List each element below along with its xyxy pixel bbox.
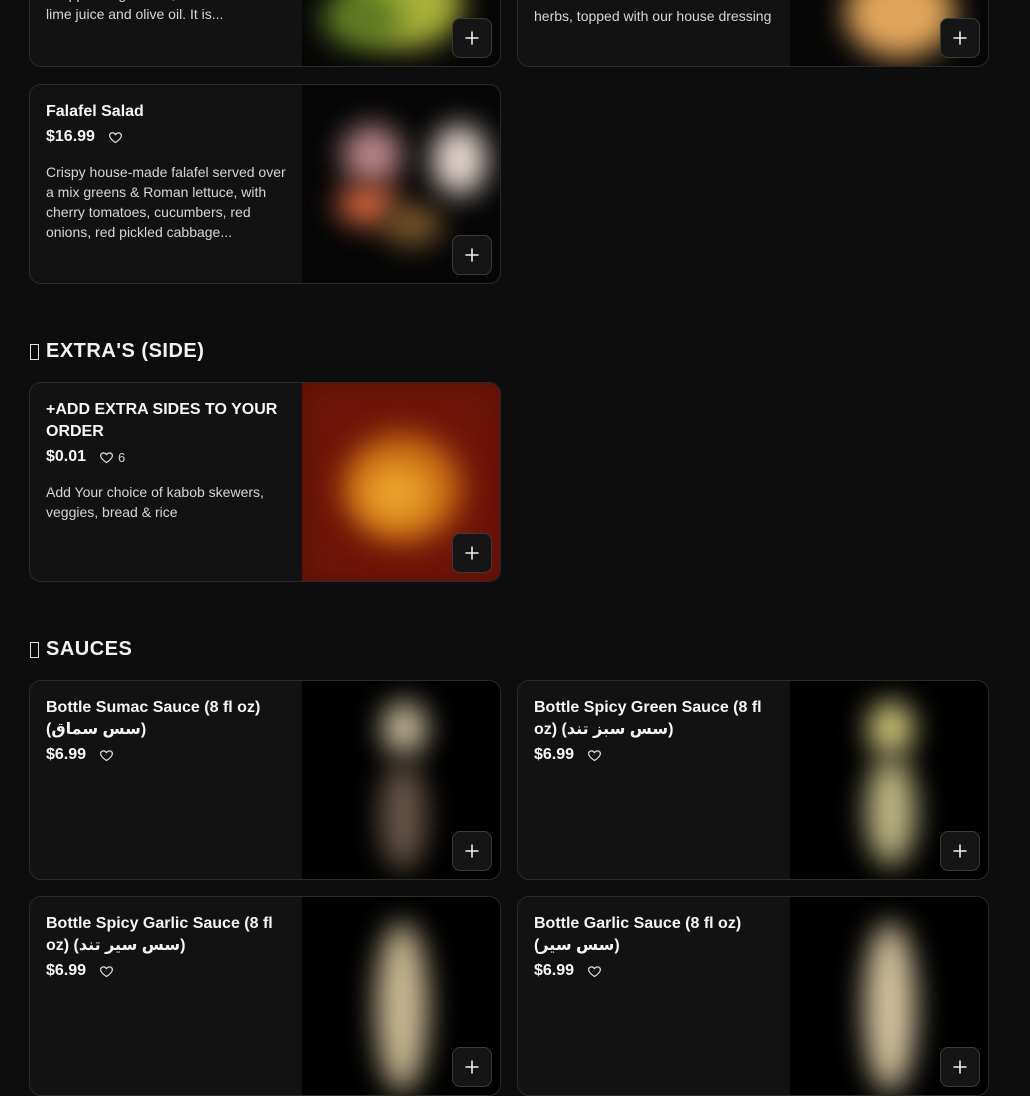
add-to-cart-button[interactable] xyxy=(452,1047,492,1087)
item-price: $6.99 xyxy=(46,746,87,763)
menu-card-spicy-garlic-sauce[interactable]: Bottle Spicy Garlic Sauce (8 fl oz) (سس … xyxy=(29,896,501,1096)
item-price: $6.99 xyxy=(46,962,87,979)
item-price: $6.99 xyxy=(534,962,575,979)
plus-icon xyxy=(465,844,479,858)
item-price: $16.99 xyxy=(46,128,95,145)
menu-card-spicy-green-sauce[interactable]: Bottle Spicy Green Sauce (8 fl oz) (سس س… xyxy=(517,680,989,880)
add-to-cart-button[interactable] xyxy=(452,18,492,58)
add-to-cart-button[interactable] xyxy=(940,1047,980,1087)
menu-card-top-right[interactable]: herbs, topped with our house dressing xyxy=(517,0,989,67)
menu-card-top-left[interactable]: chopped vegetables, all tossed with lime… xyxy=(29,0,501,67)
item-description: Add Your choice of kabob skewers, veggie… xyxy=(46,484,264,520)
menu-card-garlic-sauce[interactable]: Bottle Garlic Sauce (8 fl oz) (سس سیر) $… xyxy=(517,896,989,1096)
add-to-cart-button[interactable] xyxy=(940,18,980,58)
item-name: +ADD EXTRA SIDES TO YOUR ORDER xyxy=(46,401,278,440)
section-title-extras: EXTRA'S (SIDE) xyxy=(30,340,204,363)
add-to-cart-button[interactable] xyxy=(940,831,980,871)
item-price: $0.01 xyxy=(46,448,87,465)
item-description: Crispy house-made falafel served over a … xyxy=(46,164,286,240)
heart-icon[interactable] xyxy=(587,964,602,979)
missing-glyph-icon xyxy=(30,641,39,658)
add-to-cart-button[interactable] xyxy=(452,533,492,573)
plus-icon xyxy=(465,248,479,262)
plus-icon xyxy=(953,1060,967,1074)
heart-icon[interactable] xyxy=(99,964,114,979)
heart-icon[interactable] xyxy=(108,130,123,145)
item-name: Falafel Salad xyxy=(46,103,144,120)
plus-icon xyxy=(465,31,479,45)
item-name: Bottle Sumac Sauce (8 fl oz) (سس سماق) xyxy=(46,699,261,738)
item-price: $6.99 xyxy=(534,746,575,763)
item-name: Bottle Spicy Garlic Sauce (8 fl oz) (سس … xyxy=(46,915,273,954)
plus-icon xyxy=(953,31,967,45)
item-name: Bottle Spicy Green Sauce (8 fl oz) (سس س… xyxy=(534,699,762,738)
menu-card-falafel-salad[interactable]: Falafel Salad $16.99 Crispy house-made f… xyxy=(29,84,501,284)
plus-icon xyxy=(465,1060,479,1074)
plus-icon xyxy=(465,546,479,560)
add-to-cart-button[interactable] xyxy=(452,831,492,871)
add-to-cart-button[interactable] xyxy=(452,235,492,275)
menu-card-extra-sides[interactable]: +ADD EXTRA SIDES TO YOUR ORDER $0.01 6 A… xyxy=(29,382,501,582)
item-description: herbs, topped with our house dressing xyxy=(534,8,772,24)
heart-icon[interactable] xyxy=(587,748,602,763)
likes-count: 6 xyxy=(118,449,126,465)
menu-card-sumac-sauce[interactable]: Bottle Sumac Sauce (8 fl oz) (سس سماق) $… xyxy=(29,680,501,880)
item-name: Bottle Garlic Sauce (8 fl oz) (سس سیر) xyxy=(534,915,742,954)
missing-glyph-icon xyxy=(30,343,39,360)
heart-icon[interactable] xyxy=(99,748,114,763)
section-title-sauces: SAUCES xyxy=(30,638,132,661)
item-description: chopped vegetables, all tossed with lime… xyxy=(46,0,267,22)
heart-icon[interactable] xyxy=(99,450,114,465)
plus-icon xyxy=(953,844,967,858)
